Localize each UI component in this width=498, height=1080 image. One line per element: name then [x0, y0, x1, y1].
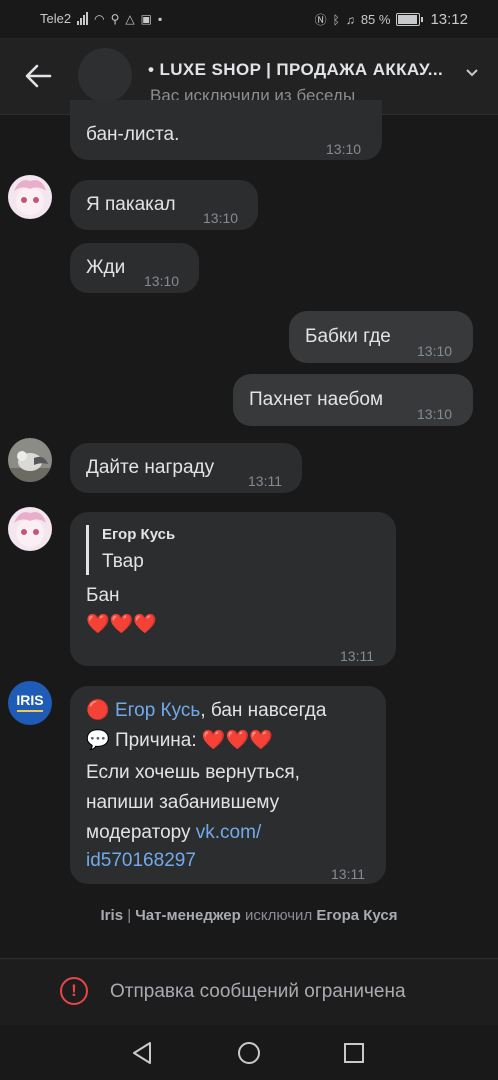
back-triangle-icon[interactable]	[128, 1039, 156, 1067]
system-sep: |	[123, 907, 136, 924]
user-avatar[interactable]	[8, 507, 52, 551]
bot-message-bubble[interactable]: 🔴 Егор Кусь, бан навсегда 💬 Причина: ❤️❤…	[70, 686, 386, 884]
reason-hearts: ❤️❤️❤️	[201, 730, 273, 751]
notification-icon: ▪	[157, 11, 163, 26]
wifi-icon: ◠	[94, 11, 105, 26]
message-time: 13:10	[326, 141, 362, 157]
message-bubble[interactable]: Жди 13:10	[70, 243, 199, 293]
profile-link[interactable]: vk.com/	[196, 822, 261, 843]
user-avatar[interactable]	[8, 438, 52, 482]
message-time: 13:10	[144, 273, 180, 289]
message-time: 13:10	[417, 406, 453, 422]
status-bar: Tele2 ◠ ⚲ △ ▣ ▪ Ⓝ ᛒ ♫ 85 % 13:12	[0, 0, 498, 38]
restricted-text: Отправка сообщений ограничена	[110, 981, 406, 1002]
warning-icon: △	[125, 11, 135, 26]
reason-label: Причина:	[114, 730, 197, 751]
system-actor[interactable]: Iris	[101, 907, 124, 924]
message-time: 13:11	[248, 473, 282, 489]
message-text: Бан	[86, 585, 120, 606]
system-role: Чат-менеджер	[135, 907, 241, 924]
home-circle-icon[interactable]	[235, 1039, 263, 1067]
outgoing-message-bubble[interactable]: Пахнет наебом 13:10	[233, 374, 473, 426]
chat-avatar[interactable]	[78, 48, 132, 102]
back-arrow-icon[interactable]	[22, 60, 54, 92]
carrier-label: Tele2	[40, 11, 72, 26]
bluetooth-icon: ᛒ	[332, 12, 340, 27]
mention-link[interactable]: Егор Кусь	[115, 700, 200, 721]
profile-link-id[interactable]: id570168297	[86, 848, 196, 874]
bot-line-1-text: , бан навсегда	[200, 700, 327, 721]
chevron-down-icon[interactable]	[465, 68, 479, 78]
image-icon: ▣	[140, 11, 152, 26]
chat-title[interactable]: • LUXE SHOP | ПРОДАЖА АККАУ...	[148, 60, 443, 80]
message-text: Жди	[86, 257, 126, 278]
message-text: Пахнет наебом	[249, 389, 384, 410]
bot-line-5-text: модератору	[86, 822, 196, 843]
quoted-reply[interactable]: Егор Кусь Твар	[86, 525, 175, 575]
reply-text: Твар	[102, 551, 144, 572]
exclamation-icon: !	[60, 977, 88, 1005]
message-bubble[interactable]: бан-листа. 13:10	[70, 100, 382, 160]
bot-line-2: 💬 Причина: ❤️❤️❤️	[86, 728, 273, 754]
hearts-emoji: ❤️❤️❤️	[86, 614, 157, 635]
reply-author: Егор Кусь	[102, 526, 176, 543]
outgoing-message-bubble[interactable]: Бабки где 13:10	[289, 311, 473, 363]
message-time: 13:11	[340, 648, 374, 664]
search-icon: ⚲	[110, 11, 120, 26]
clock: 13:12	[430, 11, 468, 28]
battery-icon	[396, 13, 424, 26]
nfc-icon: Ⓝ	[314, 12, 327, 27]
message-text: бан-листа.	[86, 124, 180, 145]
system-navigation-bar	[0, 1025, 498, 1080]
message-time: 13:10	[417, 343, 453, 359]
bot-line-3: Если хочешь вернуться,	[86, 762, 300, 783]
mute-icon: ♫	[345, 12, 355, 27]
bot-line-4: напиши забанившему	[86, 792, 280, 813]
battery-label: 85 %	[360, 12, 391, 27]
iris-logo-underline	[17, 710, 43, 712]
red-circle-icon: 🔴	[86, 700, 110, 721]
iris-logo: IRIS	[16, 692, 44, 708]
message-text: Я пакакал	[86, 194, 176, 215]
speech-bubble-icon: 💬	[86, 730, 110, 751]
user-avatar[interactable]	[8, 175, 52, 219]
message-time: 13:11	[331, 866, 365, 882]
system-message: Iris | Чат-менеджер исключил Егора Куся	[0, 907, 498, 924]
message-time: 13:10	[203, 210, 239, 226]
system-target[interactable]: Егора Куся	[316, 907, 397, 924]
message-text: Дайте награду	[86, 457, 215, 478]
bot-line-5: модератору vk.com/	[86, 820, 261, 846]
reply-message-bubble[interactable]: Егор Кусь Твар Бан ❤️❤️❤️ 13:11	[70, 512, 396, 666]
recents-square-icon[interactable]	[340, 1039, 368, 1067]
bot-line-1: 🔴 Егор Кусь, бан навсегда	[86, 698, 326, 724]
iris-bot-avatar[interactable]: IRIS	[8, 681, 52, 725]
message-text: Бабки где	[305, 326, 391, 347]
message-bubble[interactable]: Дайте награду 13:11	[70, 443, 302, 493]
message-bubble[interactable]: Я пакакал 13:10	[70, 180, 258, 230]
restricted-banner: ! Отправка сообщений ограничена	[0, 958, 498, 1025]
signal-icon	[77, 12, 89, 25]
system-action: исключил	[240, 907, 317, 924]
